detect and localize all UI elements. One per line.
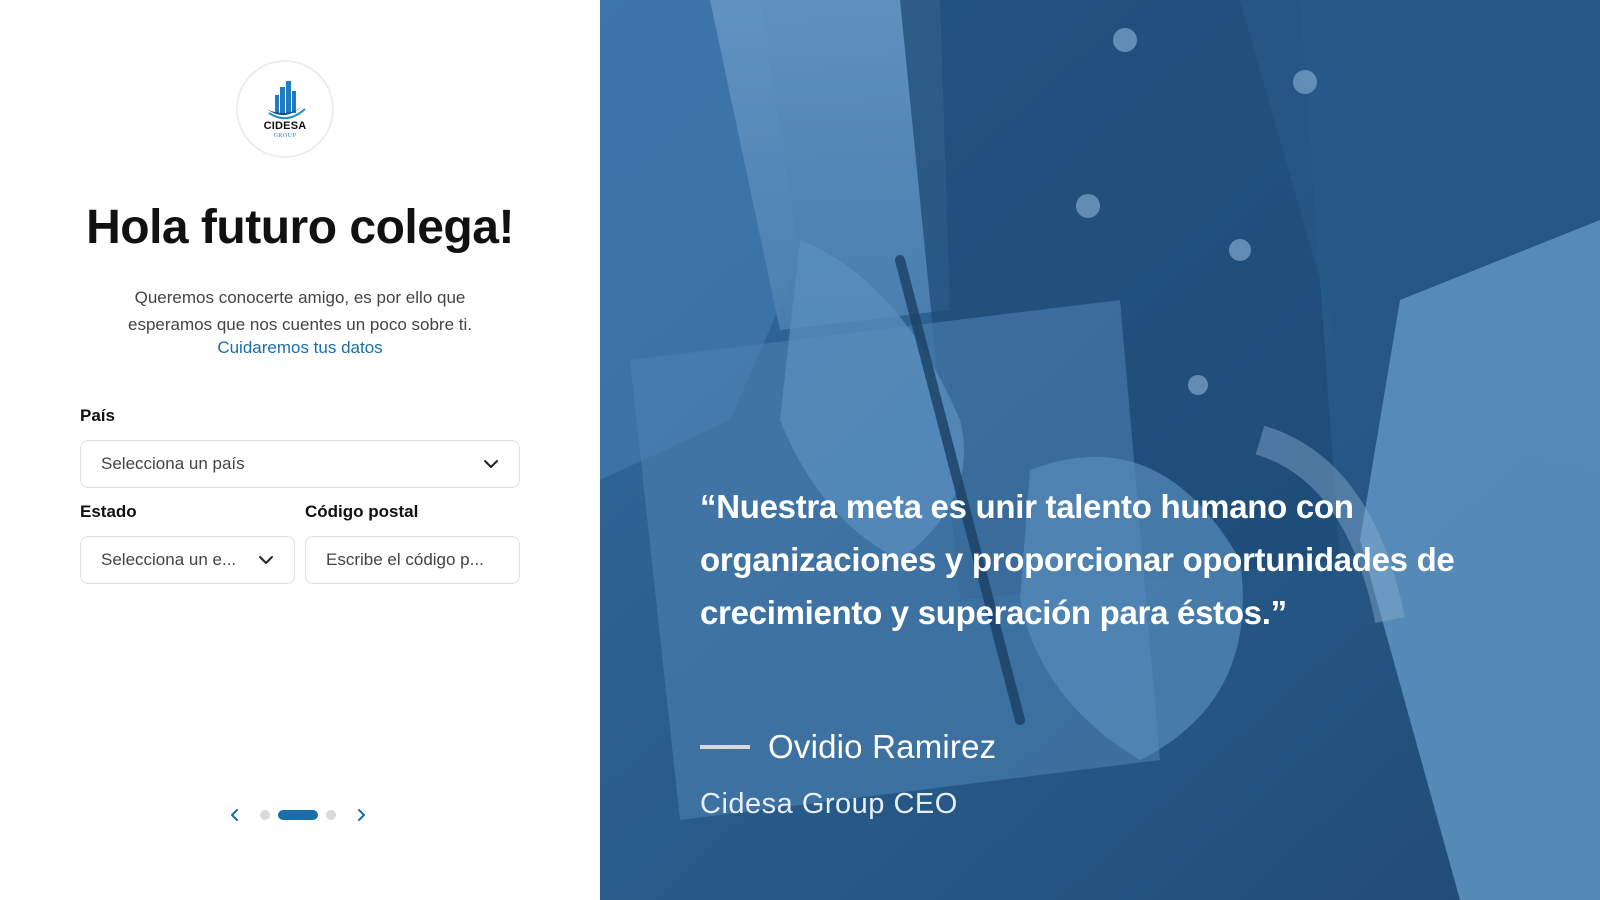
form-panel: CIDESA GROUP Hola futuro colega! Queremo… bbox=[0, 0, 600, 900]
testimonial-panel: “Nuestra meta es unir talento humano con… bbox=[600, 0, 1600, 900]
privacy-link[interactable]: Cuidaremos tus datos bbox=[0, 338, 600, 358]
state-label: Estado bbox=[80, 502, 137, 521]
page-title: Hola futuro colega! bbox=[86, 201, 514, 254]
country-select-placeholder: Selecciona un país bbox=[101, 454, 245, 473]
testimonial-quote: “Nuestra meta es unir talento humano con… bbox=[700, 488, 1455, 631]
testimonial-role: Cidesa Group CEO bbox=[700, 788, 958, 820]
building-logo-icon bbox=[267, 81, 306, 120]
pager-dot-1[interactable] bbox=[260, 810, 270, 820]
step-pager bbox=[226, 804, 370, 826]
postal-code-label: Código postal bbox=[305, 502, 419, 521]
testimonial-author: Ovidio Ramirez bbox=[768, 728, 997, 765]
author-divider bbox=[700, 745, 750, 749]
pager-dot-3[interactable] bbox=[326, 810, 336, 820]
postal-code-input[interactable]: Escribe el código p... bbox=[305, 536, 520, 584]
country-select[interactable]: Selecciona un país bbox=[80, 440, 520, 488]
chevron-left-icon bbox=[231, 809, 238, 821]
brand-name: CIDESA bbox=[263, 120, 307, 132]
intro-text: Queremos conocerte amigo, es por ello qu… bbox=[128, 288, 472, 334]
testimonial-author-row: Ovidio Ramirez bbox=[700, 728, 996, 766]
pager-dot-2-active[interactable] bbox=[278, 810, 318, 820]
state-select-placeholder: Selecciona un e... bbox=[101, 550, 237, 569]
country-label: País bbox=[80, 406, 115, 425]
postal-code-placeholder: Escribe el código p... bbox=[326, 550, 484, 569]
next-step-button[interactable] bbox=[352, 806, 370, 824]
chevron-down-icon bbox=[484, 460, 498, 468]
state-select[interactable]: Selecciona un e... bbox=[80, 536, 295, 584]
prev-step-button[interactable] bbox=[226, 806, 244, 824]
chevron-right-icon bbox=[358, 809, 365, 821]
company-logo: CIDESA GROUP bbox=[236, 60, 334, 158]
brand-subname: GROUP bbox=[273, 133, 297, 139]
chevron-down-icon bbox=[259, 556, 273, 564]
